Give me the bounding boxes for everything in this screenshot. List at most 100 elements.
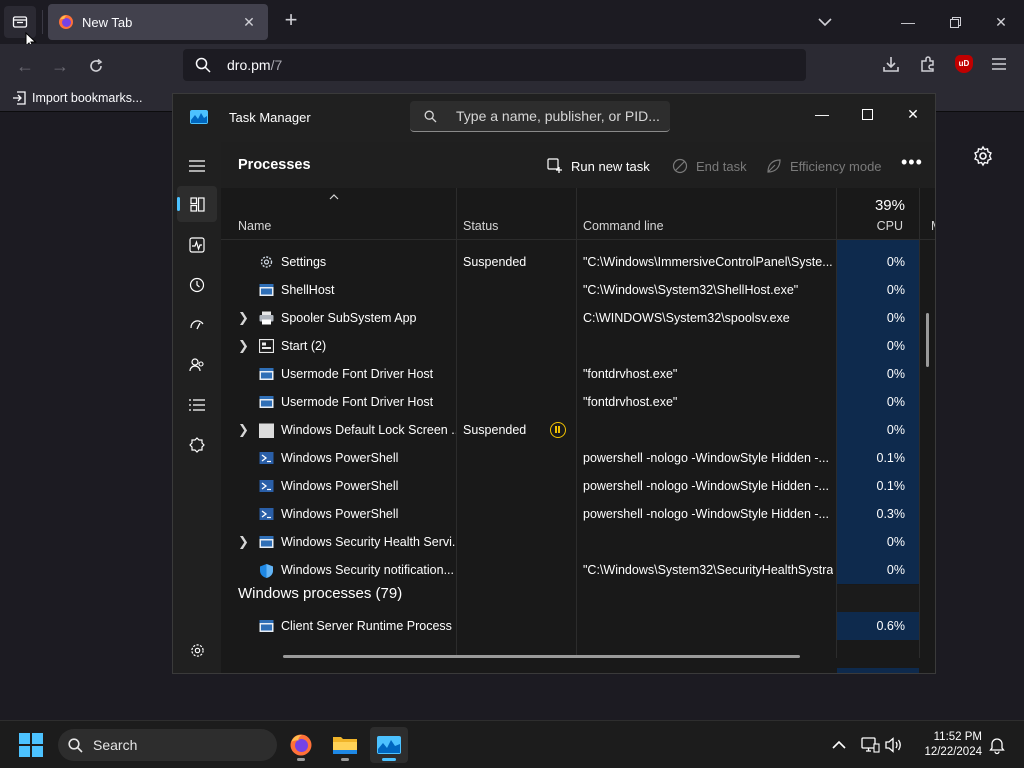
column-name[interactable]: Name (238, 219, 271, 233)
process-row[interactable]: ❯ Windows Security Health Servi... 0% (221, 528, 935, 556)
download-icon[interactable] (882, 55, 900, 73)
running-indicator (341, 758, 349, 761)
forward-arrow-icon[interactable]: → (47, 53, 73, 79)
group-header-cpu-cell (837, 585, 919, 612)
hamburger-menu-icon[interactable] (177, 148, 217, 184)
end-task-button[interactable]: End task (672, 156, 747, 176)
more-options-icon[interactable]: ••• (901, 153, 923, 176)
process-cpu: 0% (837, 304, 919, 332)
process-command-line: "fontdrvhost.exe" (583, 395, 678, 409)
expand-chevron-icon[interactable]: ❯ (238, 534, 250, 549)
expand-chevron-icon[interactable]: ❯ (238, 310, 250, 325)
run-new-task-button[interactable]: Run new task (547, 156, 650, 176)
powershell-icon (259, 479, 274, 493)
run-new-task-icon (547, 158, 562, 173)
process-row[interactable]: ShellHost "C:\Windows\System32\ShellHost.… (221, 276, 935, 304)
url-bar[interactable]: dro.pm/7 (183, 49, 806, 81)
process-row[interactable]: Windows PowerShell powershell -nologo -Wi… (221, 500, 935, 528)
sort-ascending-icon[interactable] (329, 194, 339, 200)
maximize-icon[interactable] (853, 102, 881, 126)
process-name: Windows Default Lock Screen ... (281, 423, 456, 437)
process-name: Windows Security Health Servi... (281, 535, 456, 549)
nav-startup-apps-icon[interactable] (177, 307, 217, 343)
processes-page: Processes Run new task End task Efficien… (221, 142, 935, 673)
process-row[interactable]: Usermode Font Driver Host "fontdrvhost.ex… (221, 360, 935, 388)
firefox-nav-bar: ← → dro.pm/7 uD (0, 44, 1024, 86)
nav-details-icon[interactable] (177, 387, 217, 423)
reload-icon[interactable] (83, 53, 109, 79)
minimize-icon[interactable]: — (896, 10, 920, 34)
process-table: Name Status Command line 39% CPU M Setti… (221, 188, 935, 673)
window-icon (259, 367, 274, 381)
nav-performance-icon[interactable] (177, 227, 217, 263)
suspended-pause-icon (550, 422, 566, 438)
process-name: Windows PowerShell (281, 507, 399, 521)
process-name: Windows Security notification... (281, 563, 454, 577)
minimize-icon[interactable]: — (808, 102, 836, 126)
tab-title: New Tab (82, 14, 133, 30)
process-cpu: 0% (837, 248, 919, 276)
taskbar-search-box[interactable]: Search (58, 729, 277, 761)
start-app-icon (258, 338, 275, 354)
active-indicator (382, 758, 396, 761)
taskbar-task-manager-button[interactable] (370, 727, 408, 763)
expand-chevron-icon[interactable]: ❯ (238, 422, 250, 437)
tab-new-tab[interactable]: New Tab ✕ (48, 4, 268, 40)
nav-users-icon[interactable] (177, 347, 217, 383)
process-row[interactable]: ❯ Windows Default Lock Screen ... Suspende… (221, 416, 935, 444)
network-icon[interactable] (860, 735, 880, 755)
newtab-settings-gear-icon[interactable] (972, 145, 994, 167)
end-task-icon (672, 158, 688, 174)
volume-icon[interactable] (884, 735, 904, 755)
restore-icon[interactable] (943, 10, 967, 34)
close-tab-icon[interactable]: ✕ (240, 13, 258, 31)
extensions-icon[interactable] (919, 55, 937, 73)
process-command-line: "fontdrvhost.exe" (583, 367, 678, 381)
end-task-label: End task (696, 158, 747, 174)
process-command-line: powershell -nologo -WindowStyle Hidden -… (583, 451, 829, 465)
efficiency-mode-button[interactable]: Efficiency mode (766, 156, 882, 176)
system-clock[interactable]: 11:52 PM 12/22/2024 (918, 730, 982, 760)
process-row[interactable]: ❯ Start (2) 0% (221, 332, 935, 360)
column-memory[interactable]: M (931, 219, 935, 233)
task-manager-window: Task Manager Type a name, publisher, or … (172, 93, 936, 674)
process-row[interactable]: ❯ Spooler SubSystem App C:\WINDOWS\System3… (221, 304, 935, 332)
process-name: Windows PowerShell (281, 479, 399, 493)
hamburger-menu-icon[interactable] (991, 57, 1007, 71)
ublock-origin-icon[interactable]: uD (955, 55, 973, 73)
firefox-logo-icon (290, 734, 312, 756)
taskbar-file-explorer-button[interactable] (326, 727, 364, 763)
window-icon (259, 619, 274, 633)
list-all-tabs-icon[interactable] (815, 12, 835, 32)
expand-chevron-icon[interactable]: ❯ (238, 338, 250, 353)
process-search-input[interactable]: Type a name, publisher, or PID... (410, 101, 670, 132)
notification-bell-icon[interactable] (987, 735, 1007, 755)
nav-processes-icon[interactable] (177, 186, 217, 222)
process-row[interactable]: Usermode Font Driver Host "fontdrvhost.ex… (221, 388, 935, 416)
process-row[interactable]: Windows PowerShell powershell -nologo -Wi… (221, 472, 935, 500)
back-arrow-icon[interactable]: ← (12, 53, 38, 79)
column-command-line[interactable]: Command line (583, 219, 664, 233)
nav-app-history-icon[interactable] (177, 267, 217, 303)
process-row[interactable]: Windows PowerShell powershell -nologo -Wi… (221, 444, 935, 472)
process-command-line: "C:\Windows\System32\SecurityHealthSystr… (583, 563, 833, 577)
vertical-scrollbar[interactable] (926, 313, 929, 367)
new-tab-button[interactable]: + (280, 9, 302, 32)
close-window-icon[interactable]: ✕ (989, 10, 1013, 34)
process-row[interactable]: Client Server Runtime Process 0.6% (221, 612, 935, 640)
process-row[interactable]: Windows Security notification... "C:\Wind… (221, 556, 935, 584)
clock-date: 12/22/2024 (924, 746, 982, 758)
windows-start-icon[interactable] (19, 733, 43, 757)
nav-services-icon[interactable] (177, 427, 217, 463)
horizontal-scrollbar[interactable] (283, 655, 800, 658)
column-status[interactable]: Status (463, 219, 498, 233)
nav-settings-gear-icon[interactable] (177, 632, 217, 668)
import-bookmarks-link[interactable]: Import bookmarks... (12, 91, 142, 105)
show-hidden-icons-chevron-icon[interactable] (829, 735, 849, 755)
taskbar-firefox-button[interactable] (282, 727, 320, 763)
url-text: dro.pm/7 (227, 57, 282, 73)
process-row[interactable]: Settings Suspended "C:\Windows\ImmersiveCo… (221, 248, 935, 276)
column-cpu[interactable]: CPU (837, 219, 903, 233)
running-indicator (297, 758, 305, 761)
close-window-icon[interactable]: ✕ (899, 102, 927, 126)
